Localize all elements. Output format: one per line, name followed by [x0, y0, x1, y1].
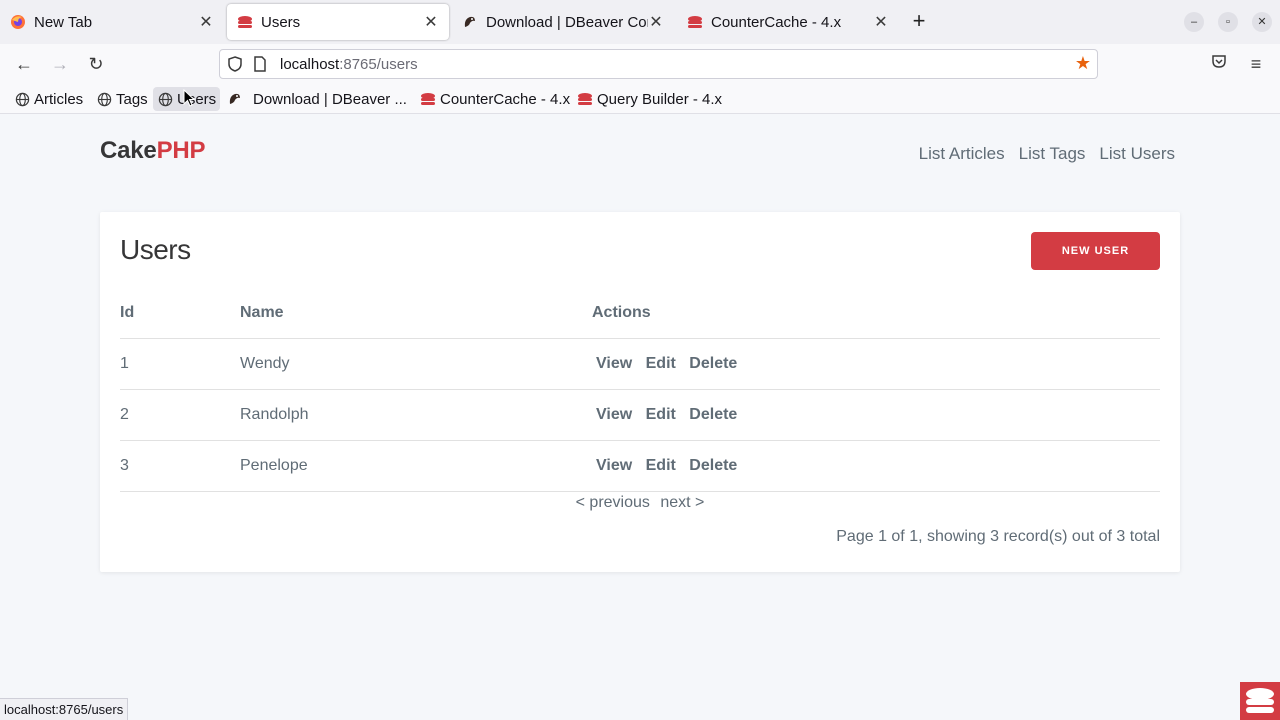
tab-strip: New Tab ✕ Users ✕ Download | DBeaver Com… — [0, 0, 1280, 44]
tab-title: New Tab — [34, 13, 93, 31]
bookmark-label: CounterCache - 4.x — [440, 90, 571, 108]
url-host: localhost — [280, 56, 340, 73]
close-window-icon[interactable]: ✕ — [1252, 12, 1272, 32]
table-row: 3 Penelope View Edit Delete — [120, 440, 1160, 492]
cakephp-icon — [577, 91, 593, 107]
cakephp-debug-icon[interactable] — [1240, 682, 1280, 720]
restore-icon[interactable]: ▫ — [1218, 12, 1238, 32]
cell-id: 3 — [120, 440, 240, 492]
column-header-actions: Actions — [592, 288, 1160, 339]
cakephp-icon — [687, 14, 703, 30]
previous-page-link[interactable]: < previous — [576, 494, 650, 511]
view-link[interactable]: View — [596, 406, 632, 423]
page-count-text: Page 1 of 1, showing 3 record(s) out of … — [836, 528, 1160, 545]
brand-cake-text: Cake — [100, 137, 157, 164]
tab-users[interactable]: Users ✕ — [227, 4, 449, 40]
bookmark-label: Query Builder - 4.x — [597, 90, 723, 108]
delete-link[interactable]: Delete — [689, 406, 737, 423]
minimize-icon[interactable]: – — [1184, 12, 1204, 32]
tab-title: Download | DBeaver Com — [486, 13, 648, 31]
back-arrow-icon[interactable]: ← — [13, 53, 35, 75]
cell-name: Randolph — [240, 389, 592, 441]
url-text: localhost:8765/users — [280, 56, 418, 73]
edit-link[interactable]: Edit — [646, 355, 676, 372]
close-tab-icon[interactable]: ✕ — [873, 12, 889, 32]
delete-link[interactable]: Delete — [689, 457, 737, 474]
cakephp-icon — [237, 14, 253, 30]
bookmark-star-icon[interactable]: ★ — [1075, 53, 1091, 74]
tab-new-tab[interactable]: New Tab ✕ — [0, 4, 224, 40]
navigation-bar: ← → ↻ localhost:8765/users ★ ≡ — [0, 44, 1280, 84]
view-link[interactable]: View — [596, 457, 632, 474]
pocket-icon[interactable] — [1208, 53, 1230, 75]
bookmark-tags[interactable]: Tags — [92, 87, 152, 111]
table-row: 2 Randolph View Edit Delete — [120, 389, 1160, 441]
page-content: CakePHP List Articles List Tags List Use… — [0, 114, 1280, 720]
column-header-name[interactable]: Name — [240, 288, 592, 339]
cell-id: 1 — [120, 338, 240, 390]
cell-actions: View Edit Delete — [592, 440, 1160, 492]
dbeaver-icon — [227, 91, 243, 107]
close-tab-icon[interactable]: ✕ — [198, 12, 214, 32]
bookmark-articles[interactable]: Articles — [10, 87, 87, 111]
view-link[interactable]: View — [596, 355, 632, 372]
tab-countercache[interactable]: CounterCache - 4.x ✕ — [677, 4, 899, 40]
page-info-icon[interactable] — [254, 56, 266, 77]
mouse-cursor-icon — [183, 89, 195, 107]
pagination: < previous next > — [100, 494, 1180, 512]
page-title: Users — [120, 234, 191, 265]
globe-icon — [96, 91, 112, 107]
close-tab-icon[interactable]: ✕ — [423, 12, 439, 32]
status-bar-url: localhost:8765/users — [0, 698, 129, 720]
bookmark-dbeaver[interactable]: Download | DBeaver ... — [223, 87, 411, 111]
next-page-link[interactable]: next > — [660, 494, 704, 511]
firefox-icon — [10, 14, 26, 30]
cakephp-icon — [420, 91, 436, 107]
bookmark-label: Articles — [34, 90, 84, 108]
cell-id: 2 — [120, 389, 240, 441]
delete-link[interactable]: Delete — [689, 355, 737, 372]
globe-icon — [157, 91, 173, 107]
reload-icon[interactable]: ↻ — [85, 53, 107, 75]
globe-icon — [14, 91, 30, 107]
brand-php-text: PHP — [156, 137, 206, 164]
column-header-id[interactable]: Id — [120, 288, 240, 339]
edit-link[interactable]: Edit — [646, 457, 676, 474]
nav-list-articles[interactable]: List Articles — [919, 144, 1005, 164]
new-tab-plus-icon[interactable]: + — [907, 10, 931, 34]
users-table: Id Name Actions 1 Wendy View Edit Delete… — [120, 288, 1160, 492]
shield-icon[interactable] — [228, 56, 242, 77]
bookmark-query-builder[interactable]: Query Builder - 4.x — [573, 87, 726, 111]
tab-dbeaver[interactable]: Download | DBeaver Com ✕ — [452, 4, 674, 40]
top-navigation: List Articles List Tags List Users — [919, 144, 1175, 164]
tab-title: Users — [261, 13, 301, 31]
bookmark-label: Tags — [116, 90, 148, 108]
nav-list-users[interactable]: List Users — [1099, 144, 1175, 164]
users-card: Users NEW USER Id Name Actions 1 Wendy V… — [100, 212, 1180, 572]
bookmark-countercache[interactable]: CounterCache - 4.x — [416, 87, 574, 111]
table-row: 1 Wendy View Edit Delete — [120, 338, 1160, 390]
new-user-button[interactable]: NEW USER — [1031, 232, 1160, 270]
cell-actions: View Edit Delete — [592, 389, 1160, 441]
edit-link[interactable]: Edit — [646, 406, 676, 423]
cakephp-logo[interactable]: CakePHP — [100, 137, 206, 165]
address-bar[interactable]: localhost:8765/users ★ — [219, 49, 1098, 79]
forward-arrow-icon[interactable]: → — [49, 53, 71, 75]
cell-name: Penelope — [240, 440, 592, 492]
tab-title: CounterCache - 4.x — [711, 13, 842, 31]
bookmark-label: Download | DBeaver ... — [253, 90, 407, 108]
url-path: :8765/users — [339, 56, 418, 73]
cell-actions: View Edit Delete — [592, 338, 1160, 390]
menu-hamburger-icon[interactable]: ≡ — [1245, 53, 1267, 75]
nav-list-tags[interactable]: List Tags — [1019, 144, 1086, 164]
cell-name: Wendy — [240, 338, 592, 390]
close-tab-icon[interactable]: ✕ — [648, 12, 664, 32]
table-header-row: Id Name Actions — [120, 288, 1160, 339]
dbeaver-icon — [462, 14, 478, 30]
